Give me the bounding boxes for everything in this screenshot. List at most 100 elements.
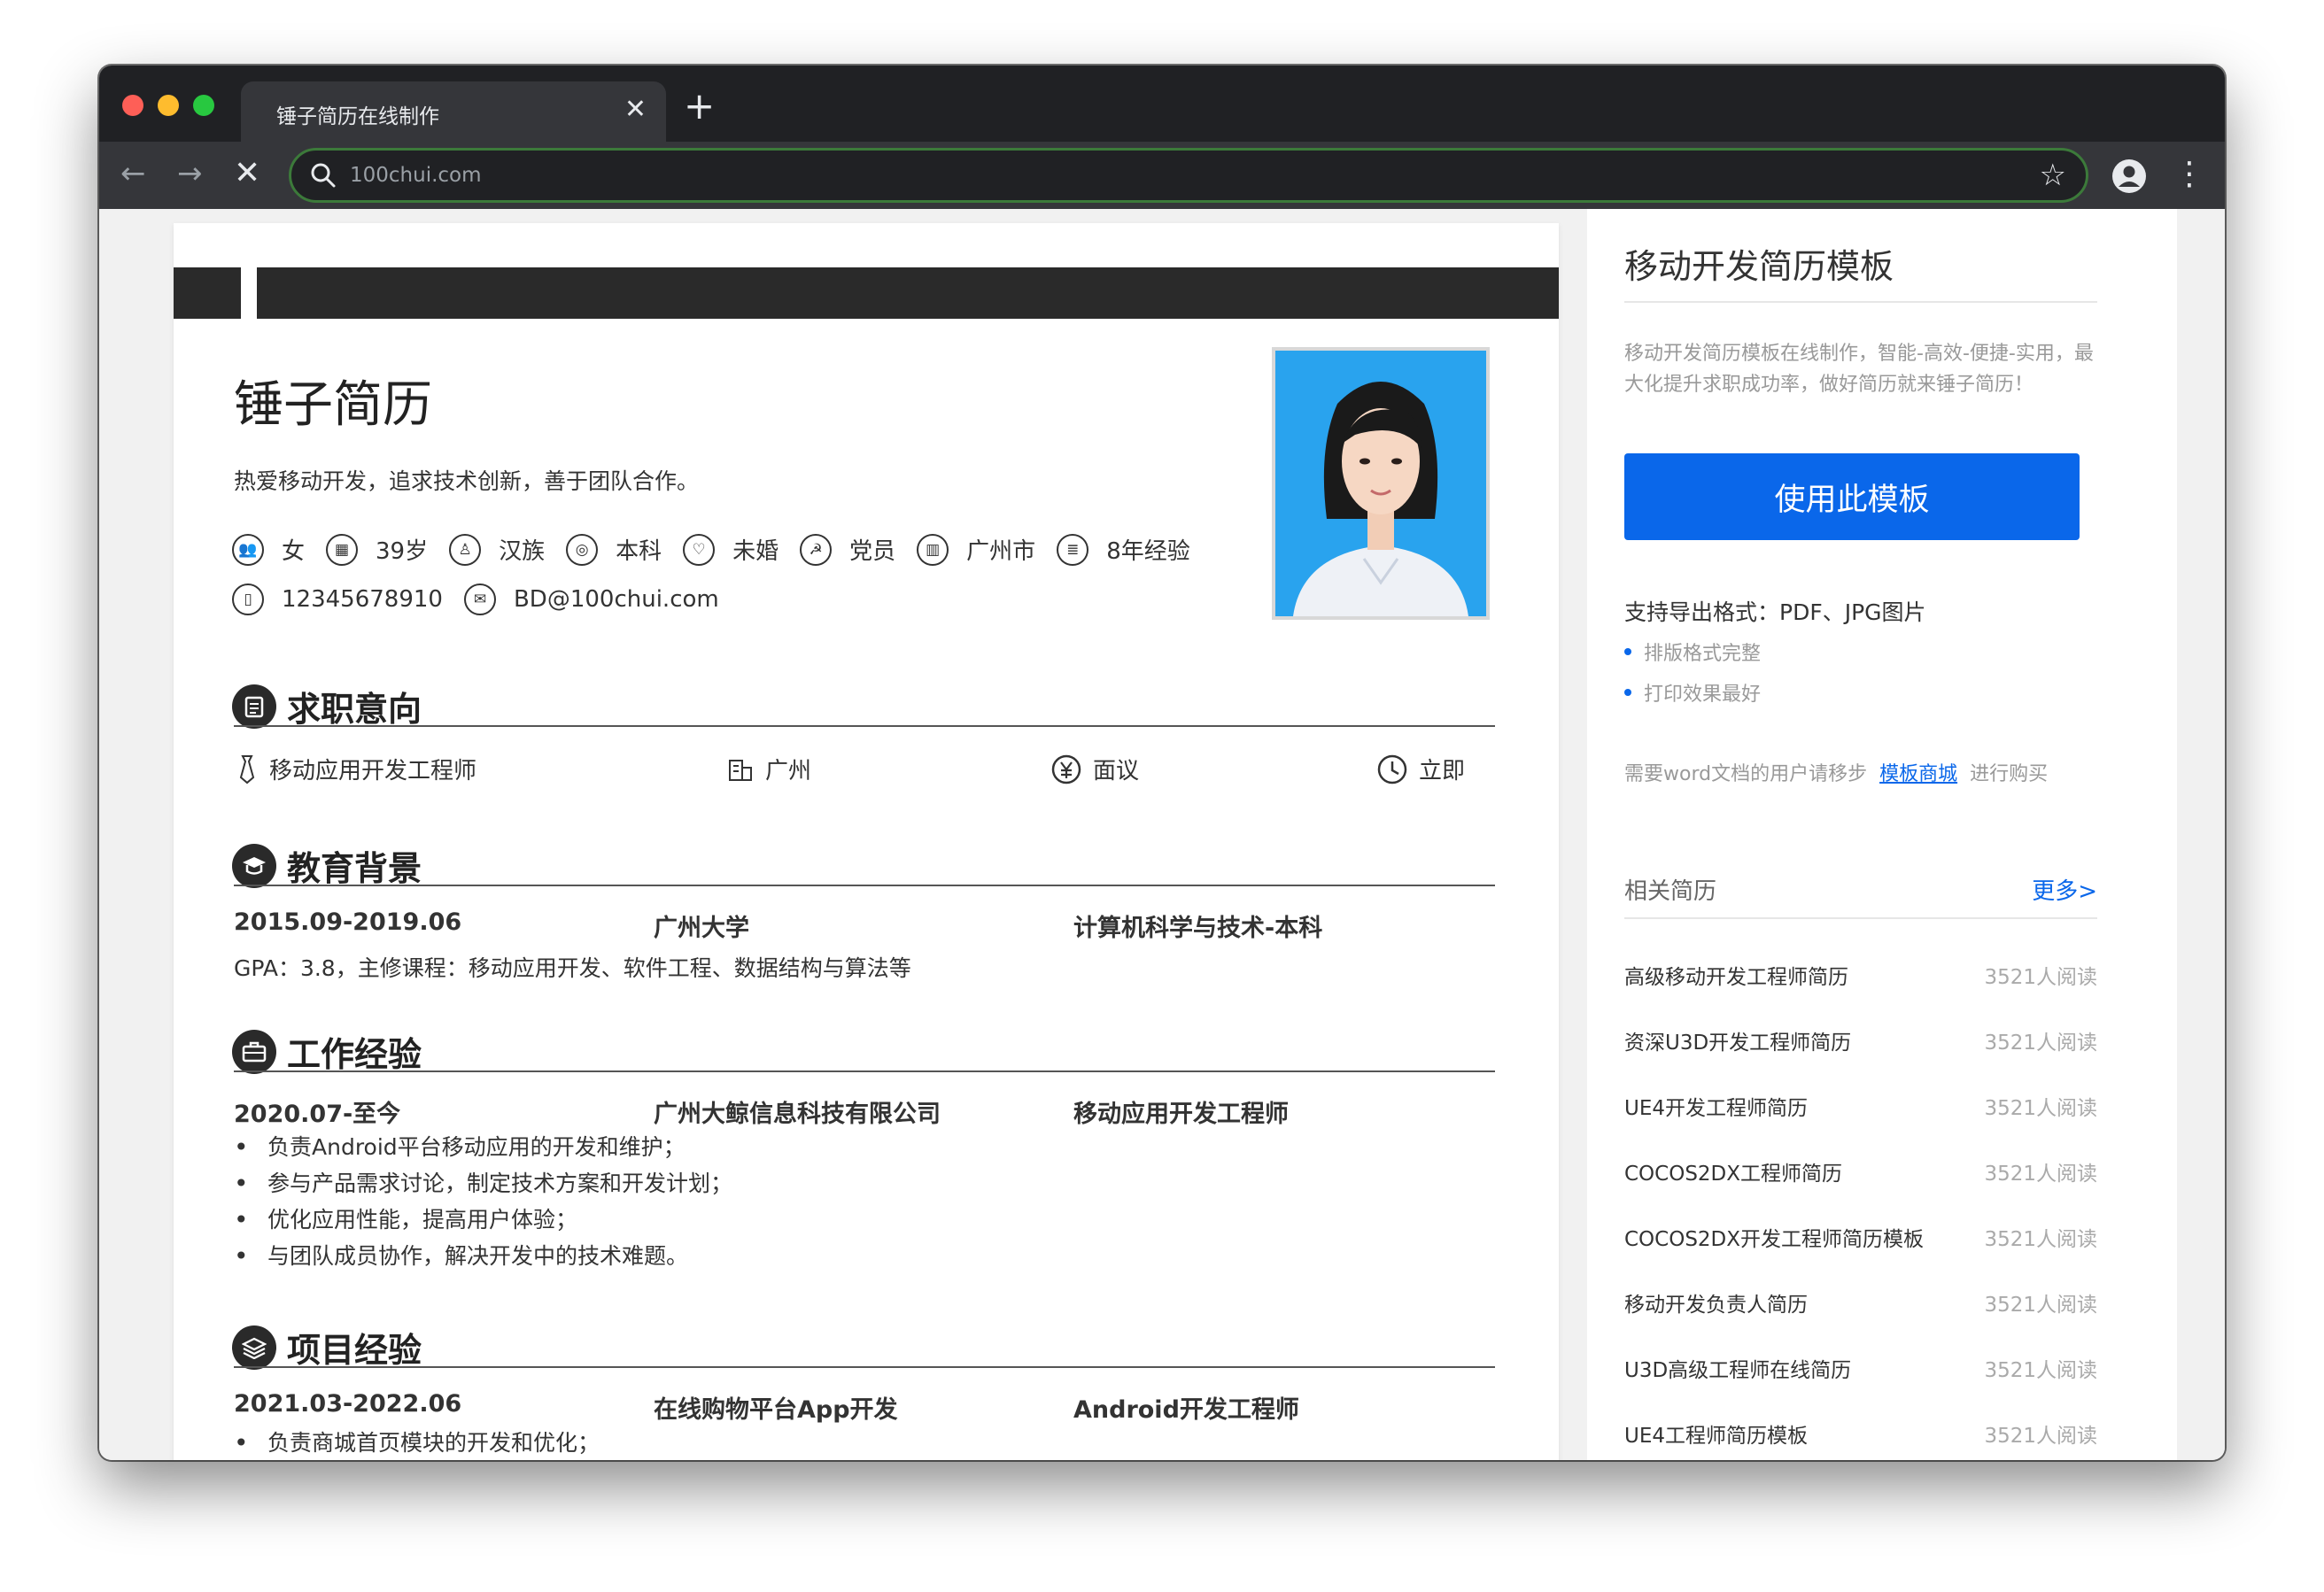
related-item-title[interactable]: U3D高级工程师在线简历 <box>1624 1353 1851 1383</box>
related-item-title[interactable]: COCOS2DX工程师简历 <box>1624 1156 1842 1186</box>
feature-point-text: 打印效果最好 <box>1644 684 1762 706</box>
section-intent-title: 求职意向 <box>287 690 422 729</box>
search-icon <box>311 163 336 188</box>
url-text[interactable]: 100chui.com <box>350 164 482 187</box>
related-item-title[interactable]: 高级移动开发工程师简历 <box>1624 960 1848 990</box>
info-email: BD@100chui.com <box>513 586 719 613</box>
project-period: 2021.03-2022.06 <box>234 1390 462 1418</box>
yen-icon <box>1051 754 1081 784</box>
resume-header-bar <box>257 267 1559 319</box>
sidebar-title: 移动开发简历模板 <box>1624 247 1894 286</box>
info-age: 39岁 <box>376 538 429 565</box>
work-bullets: 负责Android平台移动应用的开发和维护； 参与产品需求讨论，制定技术方案和开… <box>234 1129 732 1274</box>
graduation-cap-icon <box>232 843 276 888</box>
export-formats: 支持导出格式：PDF、JPG图片 <box>1624 599 1926 625</box>
related-item-title[interactable]: UE4开发工程师简历 <box>1624 1091 1808 1121</box>
tab-close-icon[interactable]: ✕ <box>624 94 647 126</box>
resume-name: 锤子简历 <box>234 376 432 434</box>
browser-toolbar: ← → ✕ 100chui.com ☆ ⋮ <box>99 142 2225 209</box>
related-item-title[interactable]: COCOS2DX开发工程师简历模板 <box>1624 1222 1924 1252</box>
word-notice: 需要word文档的用户请移步 模板商城 进行购买 <box>1624 758 2048 786</box>
title-bar: 锤子简历在线制作 ✕ + <box>99 66 2225 142</box>
related-item[interactable]: 移动开发负责人简历 3521人阅读 <box>1624 1287 2097 1318</box>
list-item: 负责商城首页模块的开发和优化； <box>234 1425 600 1460</box>
minimize-window-button[interactable] <box>158 95 179 116</box>
word-notice-prefix: 需要word文档的用户请移步 <box>1624 763 1868 785</box>
graduation-icon: ◎ <box>566 533 599 566</box>
browser-tab[interactable]: 锤子简历在线制作 ✕ <box>241 81 666 142</box>
related-item[interactable]: U3D高级工程师在线简历 3521人阅读 <box>1624 1353 2097 1383</box>
related-item-title[interactable]: 资深U3D开发工程师简历 <box>1624 1025 1851 1055</box>
info-degree: 本科 <box>616 538 662 565</box>
intent-salary: 面议 <box>1050 753 1139 785</box>
tie-icon <box>239 754 255 784</box>
related-item-reads: 3521人阅读 <box>1984 1359 2097 1382</box>
related-item[interactable]: 高级移动开发工程师简历 3521人阅读 <box>1624 960 2097 990</box>
related-item[interactable]: 资深U3D开发工程师简历 3521人阅读 <box>1624 1025 2097 1055</box>
list-item: 负责Android平台移动应用的开发和维护； <box>234 1129 732 1165</box>
section-education-title: 教育背景 <box>287 849 422 888</box>
related-item[interactable]: COCOS2DX开发工程师简历模板 3521人阅读 <box>1624 1222 2097 1252</box>
related-item-reads: 3521人阅读 <box>1984 1228 2097 1251</box>
document-icon: ≣ <box>1057 533 1089 566</box>
briefcase-icon <box>232 1029 276 1074</box>
related-item-title[interactable]: UE4工程师简历模板 <box>1624 1418 1808 1449</box>
word-notice-suffix: 进行购买 <box>1970 763 2049 785</box>
section-divider <box>234 1070 1495 1072</box>
phone-icon: ▯ <box>232 583 264 615</box>
resume-header-bar-left <box>174 267 241 319</box>
related-resumes-title: 相关简历 <box>1624 878 1717 905</box>
work-period: 2020.07-至今 <box>234 1101 401 1128</box>
address-bar[interactable]: 100chui.com ☆ <box>289 148 2088 203</box>
related-item-reads: 3521人阅读 <box>1984 1032 2097 1055</box>
bullet-dot-icon <box>1624 648 1631 655</box>
related-item[interactable]: UE4开发工程师简历 3521人阅读 <box>1624 1091 2097 1121</box>
profile-avatar-icon[interactable] <box>2111 158 2147 194</box>
feature-point: 打印效果最好 <box>1624 678 1761 707</box>
info-experience: 8年经验 <box>1106 538 1190 565</box>
forward-arrow-icon[interactable]: → <box>177 156 203 191</box>
info-city: 广州市 <box>966 538 1036 565</box>
template-store-link[interactable]: 模板商城 <box>1879 763 1957 785</box>
building-icon: ▥ <box>917 533 949 566</box>
basic-info-row-1: 👥 女 ▦ 39岁 ♙ 汉族 ◎ 本科 ♡ 未婚 ☭ 党员 ▥ 广州市 ≣ 8年经验 <box>232 533 1212 566</box>
intent-position-text: 移动应用开发工程师 <box>269 758 477 784</box>
intent-position: 移动应用开发工程师 <box>236 753 476 785</box>
section-education: 教育背景 <box>232 841 422 890</box>
use-template-button[interactable]: 使用此模板 <box>1624 453 2080 540</box>
section-project: 项目经验 <box>232 1323 422 1372</box>
related-item[interactable]: COCOS2DX工程师简历 3521人阅读 <box>1624 1156 2097 1186</box>
resume-preview: 锤子简历 热爱移动开发，追求技术创新，善于团队合作。 👥 女 ▦ 39岁 ♙ 汉族 ◎… <box>174 223 1559 1460</box>
stop-loading-icon[interactable]: ✕ <box>234 156 260 191</box>
more-link[interactable]: 更多> <box>2032 873 2097 906</box>
related-item-reads: 3521人阅读 <box>1984 1163 2097 1186</box>
browser-menu-icon[interactable]: ⋮ <box>2173 152 2205 197</box>
related-item-reads: 3521人阅读 <box>1984 1294 2097 1317</box>
new-tab-button[interactable]: + <box>684 85 715 128</box>
clock-icon <box>1377 754 1407 784</box>
project-bullets: 负责商城首页模块的开发和优化； <box>234 1425 600 1460</box>
maximize-window-button[interactable] <box>193 95 214 116</box>
heart-icon: ♡ <box>683 533 716 566</box>
education-detail: GPA：3.8，主修课程：移动应用开发、软件工程、数据结构与算法等 <box>234 955 911 981</box>
feature-point-text: 排版格式完整 <box>1644 643 1762 665</box>
resume-tagline: 热爱移动开发，追求技术创新，善于团队合作。 <box>234 468 700 494</box>
related-item[interactable]: UE4工程师简历模板 3521人阅读 <box>1624 1418 2097 1449</box>
section-work: 工作经验 <box>232 1027 422 1076</box>
intent-start-text: 立即 <box>1419 758 1466 784</box>
intent-city-text: 广州 <box>765 758 812 784</box>
list-item: 与团队成员协作，解决开发中的技术难题。 <box>234 1238 732 1274</box>
email-icon: ✉ <box>463 583 496 615</box>
project-name: 在线购物平台App开发 <box>654 1396 898 1424</box>
browser-window: 锤子简历在线制作 ✕ + ← → ✕ 100chui.com ☆ ⋮ 锤子简历 … <box>99 66 2225 1460</box>
close-window-button[interactable] <box>122 95 143 116</box>
related-item-reads: 3521人阅读 <box>1984 966 2097 989</box>
work-company: 广州大鲸信息科技有限公司 <box>654 1101 941 1128</box>
back-arrow-icon[interactable]: ← <box>120 156 146 191</box>
section-divider <box>234 885 1495 886</box>
bullet-dot-icon <box>1624 689 1631 696</box>
related-item-title[interactable]: 移动开发负责人简历 <box>1624 1287 1808 1318</box>
bookmark-star-icon[interactable]: ☆ <box>2040 158 2066 193</box>
portrait-image <box>1275 351 1486 616</box>
project-role: Android开发工程师 <box>1073 1396 1299 1424</box>
